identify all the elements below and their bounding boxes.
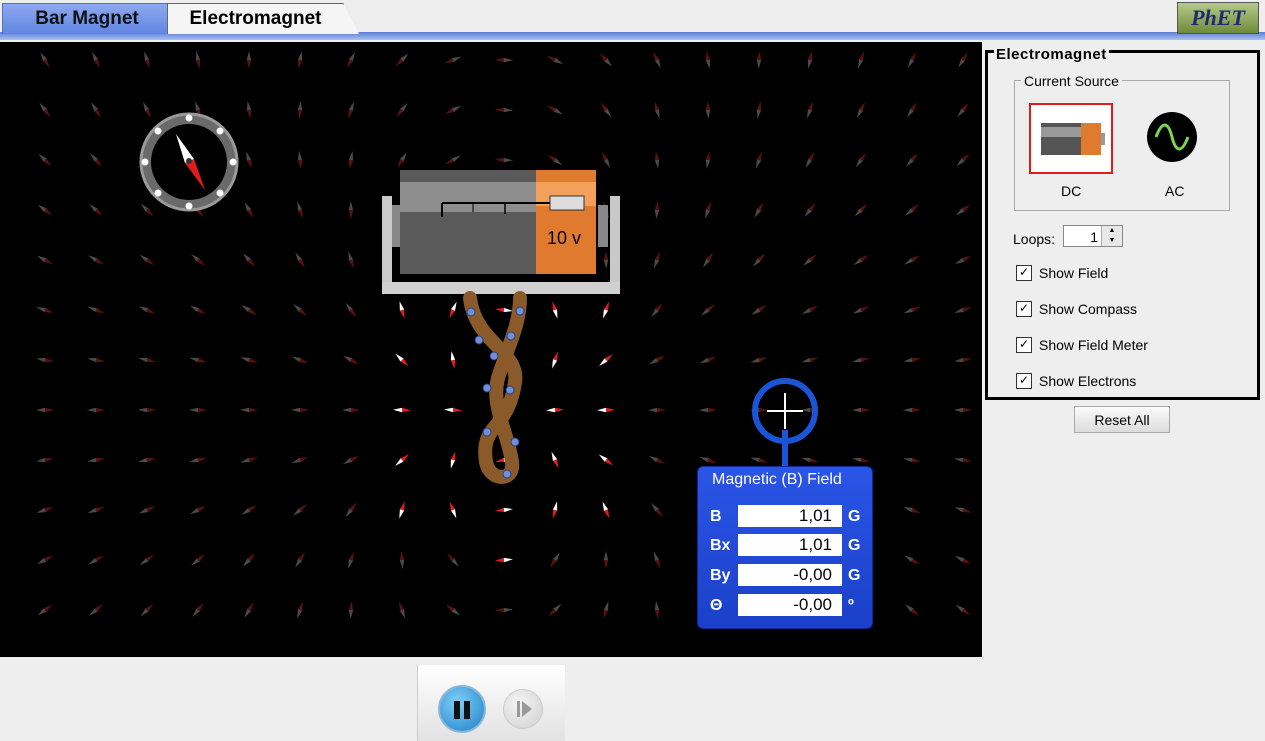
- compass[interactable]: [139, 112, 239, 212]
- ac-label: AC: [1165, 183, 1185, 199]
- field-meter-unit: G: [848, 508, 861, 525]
- field-meter-symbol: B: [710, 508, 722, 525]
- loops-spinner[interactable]: 1 ▲ ▼: [1063, 225, 1123, 247]
- field-meter-symbol: Bx: [710, 537, 731, 554]
- panel-title: Electromagnet: [994, 46, 1109, 63]
- field-meter-row: B 1,01 G: [710, 505, 870, 529]
- field-meter[interactable]: Magnetic (B) Field B 1,01 G Bx 1,01 G By…: [697, 466, 873, 629]
- field-meter-unit: G: [848, 567, 861, 584]
- step-button[interactable]: [503, 689, 543, 729]
- phet-logo: PhET: [1177, 2, 1259, 34]
- show-field-checkbox[interactable]: ✓ Show Field: [1016, 265, 1108, 281]
- field-meter-unit: º: [848, 597, 854, 614]
- spinner-down-icon[interactable]: ▼: [1101, 236, 1122, 246]
- field-meter-row: By -0,00 G: [710, 564, 870, 588]
- battery[interactable]: [382, 170, 620, 294]
- checkmark-icon: ✓: [1016, 373, 1032, 389]
- tab-electromagnet[interactable]: Electromagnet: [167, 3, 359, 34]
- field-meter-probe[interactable]: [752, 378, 818, 467]
- battery-icon: [1041, 123, 1105, 155]
- tab-bar: Bar Magnet Electromagnet PhET: [0, 0, 1265, 42]
- show-electrons-checkbox[interactable]: ✓ Show Electrons: [1016, 373, 1136, 389]
- show-field-meter-checkbox[interactable]: ✓ Show Field Meter: [1016, 337, 1148, 353]
- field-meter-value: -0,00: [738, 594, 842, 616]
- field-meter-symbol: Θ: [710, 597, 723, 614]
- field-meter-title: Magnetic (B) Field: [712, 471, 842, 488]
- ac-source-button[interactable]: [1146, 111, 1198, 163]
- checkmark-icon: ✓: [1016, 337, 1032, 353]
- checkbox-label: Show Electrons: [1039, 373, 1137, 389]
- ac-wave-icon: [1147, 112, 1197, 162]
- electromagnet-control-panel: Electromagnet Current Source DC AC Loops…: [985, 46, 1260, 400]
- current-source-title: Current Source: [1021, 73, 1122, 89]
- loops-label: Loops:: [1013, 231, 1056, 247]
- checkmark-icon: ✓: [1016, 265, 1032, 281]
- checkmark-icon: ✓: [1016, 301, 1032, 317]
- field-meter-value: -0,00: [738, 564, 842, 586]
- loops-value: 1: [1090, 229, 1098, 245]
- field-meter-symbol: By: [710, 567, 731, 584]
- battery-voltage-label: 10 v: [547, 228, 582, 248]
- field-meter-value: 1,01: [738, 534, 842, 556]
- field-meter-value: 1,01: [738, 505, 842, 527]
- checkbox-label: Show Field Meter: [1039, 337, 1148, 353]
- spinner-up-icon[interactable]: ▲: [1101, 226, 1122, 236]
- dc-label: DC: [1061, 183, 1082, 199]
- pause-button[interactable]: [438, 685, 486, 733]
- reset-all-button[interactable]: Reset All: [1074, 406, 1170, 433]
- checkbox-label: Show Compass: [1039, 301, 1138, 317]
- field-meter-unit: G: [848, 537, 861, 554]
- dc-source-button[interactable]: [1029, 103, 1113, 174]
- clock-controls: [417, 665, 565, 741]
- field-meter-row: Θ -0,00 º: [710, 594, 870, 618]
- show-compass-checkbox[interactable]: ✓ Show Compass: [1016, 301, 1137, 317]
- checkbox-label: Show Field: [1039, 265, 1109, 281]
- tab-bar-magnet[interactable]: Bar Magnet: [2, 3, 172, 34]
- field-meter-row: Bx 1,01 G: [710, 534, 870, 558]
